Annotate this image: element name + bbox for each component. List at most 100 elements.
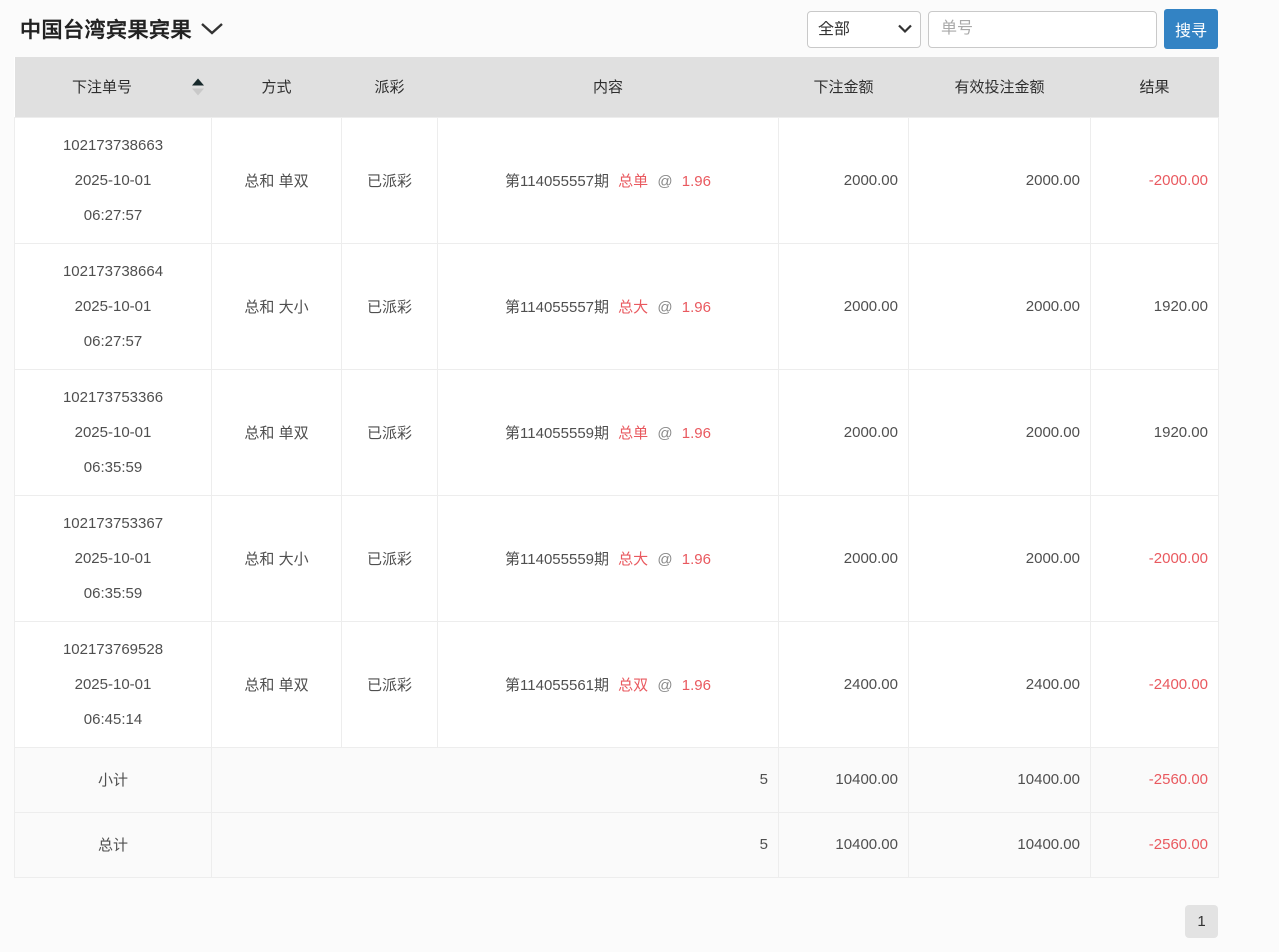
payout-status-cell: 已派彩 <box>342 369 438 495</box>
column-header-method: 方式 <box>212 57 342 117</box>
payout-status-cell: 已派彩 <box>342 495 438 621</box>
total-result: -2560.00 <box>1091 812 1219 877</box>
column-header-order-id[interactable]: 下注单号 <box>15 57 212 117</box>
valid-amount-cell: 2000.00 <box>909 369 1091 495</box>
order-id-cell: 102173753366 2025-10-01 06:35:59 <box>15 369 212 495</box>
method-cell: 总和 单双 <box>212 621 342 747</box>
bet-time: 06:45:14 <box>15 702 211 737</box>
valid-amount-cell: 2400.00 <box>909 621 1091 747</box>
subtotal-label: 小计 <box>15 747 212 812</box>
search-button[interactable]: 搜寻 <box>1164 9 1218 49</box>
bet-time: 06:27:57 <box>15 324 211 359</box>
bet-amount-cell: 2000.00 <box>779 369 909 495</box>
table-row: 102173738663 2025-10-01 06:27:57 总和 单双 已… <box>15 117 1219 243</box>
content-cell: 第114055561期 总双 @ 1.96 <box>438 621 779 747</box>
filter-select[interactable]: 全部 <box>807 11 921 48</box>
method-cell: 总和 大小 <box>212 243 342 369</box>
bet-amount-cell: 2400.00 <box>779 621 909 747</box>
order-id-cell: 102173753367 2025-10-01 06:35:59 <box>15 495 212 621</box>
table-row: 102173769528 2025-10-01 06:45:14 总和 单双 已… <box>15 621 1219 747</box>
odds-text: 1.96 <box>682 677 711 694</box>
odds-text: 1.96 <box>682 299 711 316</box>
total-count: 5 <box>212 812 779 877</box>
bet-records-table: 下注单号 方式 派彩 内容 下注金额 有效投注金额 结果 10217373866… <box>14 57 1219 878</box>
column-header-valid-amount: 有效投注金额 <box>909 57 1091 117</box>
table-row: 102173753367 2025-10-01 06:35:59 总和 大小 已… <box>15 495 1219 621</box>
result-cell: -2000.00 <box>1091 495 1219 621</box>
content-cell: 第114055559期 总单 @ 1.96 <box>438 369 779 495</box>
total-bet-amount: 10400.00 <box>779 812 909 877</box>
column-header-content: 内容 <box>438 57 779 117</box>
total-label: 总计 <box>15 812 212 877</box>
total-row: 总计 5 10400.00 10400.00 -2560.00 <box>15 812 1219 877</box>
order-id: 102173753367 <box>15 506 211 541</box>
period-text: 第114055559期 <box>505 425 609 442</box>
bet-date: 2025-10-01 <box>15 667 211 702</box>
column-header-payout: 派彩 <box>342 57 438 117</box>
pick-text: 总单 <box>618 173 648 190</box>
method-cell: 总和 大小 <box>212 495 342 621</box>
method-cell: 总和 单双 <box>212 117 342 243</box>
order-id: 102173738663 <box>15 128 211 163</box>
odds-text: 1.96 <box>682 173 711 190</box>
method-cell: 总和 单双 <box>212 369 342 495</box>
pick-text: 总大 <box>618 551 648 568</box>
payout-status-cell: 已派彩 <box>342 621 438 747</box>
at-sign: @ <box>657 173 672 190</box>
content-cell: 第114055559期 总大 @ 1.96 <box>438 495 779 621</box>
page-title: 中国台湾宾果宾果 <box>20 14 192 44</box>
result-cell: -2000.00 <box>1091 117 1219 243</box>
valid-amount-cell: 2000.00 <box>909 495 1091 621</box>
result-cell: -2400.00 <box>1091 621 1219 747</box>
sort-desc-icon[interactable] <box>192 88 204 95</box>
bet-time: 06:35:59 <box>15 450 211 485</box>
payout-status-cell: 已派彩 <box>342 243 438 369</box>
bet-date: 2025-10-01 <box>15 289 211 324</box>
period-text: 第114055557期 <box>505 173 609 190</box>
chevron-down-icon <box>200 22 224 36</box>
subtotal-count: 5 <box>212 747 779 812</box>
bet-date: 2025-10-01 <box>15 415 211 450</box>
at-sign: @ <box>657 299 672 316</box>
table-body: 102173738663 2025-10-01 06:27:57 总和 单双 已… <box>15 117 1219 877</box>
bet-date: 2025-10-01 <box>15 163 211 198</box>
subtotal-row: 小计 5 10400.00 10400.00 -2560.00 <box>15 747 1219 812</box>
odds-text: 1.96 <box>682 425 711 442</box>
order-id-cell: 102173738663 2025-10-01 06:27:57 <box>15 117 212 243</box>
search-controls: 全部 搜寻 <box>807 9 1218 49</box>
total-valid-amount: 10400.00 <box>909 812 1091 877</box>
bet-time: 06:35:59 <box>15 576 211 611</box>
lottery-title-dropdown[interactable]: 中国台湾宾果宾果 <box>20 14 224 44</box>
pagination: 1 <box>0 905 1218 938</box>
order-id-cell: 102173769528 2025-10-01 06:45:14 <box>15 621 212 747</box>
period-text: 第114055557期 <box>505 299 609 316</box>
table-header: 下注单号 方式 派彩 内容 下注金额 有效投注金额 结果 <box>15 57 1219 117</box>
valid-amount-cell: 2000.00 <box>909 243 1091 369</box>
pick-text: 总大 <box>618 299 648 316</box>
order-number-input[interactable] <box>928 11 1157 48</box>
result-cell: 1920.00 <box>1091 243 1219 369</box>
payout-status-cell: 已派彩 <box>342 117 438 243</box>
odds-text: 1.96 <box>682 551 711 568</box>
column-header-result: 结果 <box>1091 57 1219 117</box>
result-cell: 1920.00 <box>1091 369 1219 495</box>
period-text: 第114055561期 <box>505 677 609 694</box>
bet-amount-cell: 2000.00 <box>779 243 909 369</box>
subtotal-result: -2560.00 <box>1091 747 1219 812</box>
column-header-bet-amount: 下注金额 <box>779 57 909 117</box>
order-id: 102173738664 <box>15 254 211 289</box>
at-sign: @ <box>657 551 672 568</box>
page-button-1[interactable]: 1 <box>1185 905 1218 938</box>
content-cell: 第114055557期 总大 @ 1.96 <box>438 243 779 369</box>
sort-asc-icon[interactable] <box>192 78 204 85</box>
order-id-cell: 102173738664 2025-10-01 06:27:57 <box>15 243 212 369</box>
at-sign: @ <box>657 425 672 442</box>
order-id: 102173753366 <box>15 380 211 415</box>
sort-icons[interactable] <box>192 78 204 95</box>
bet-amount-cell: 2000.00 <box>779 495 909 621</box>
table-row: 102173738664 2025-10-01 06:27:57 总和 大小 已… <box>15 243 1219 369</box>
filter-select-wrap: 全部 <box>807 11 921 48</box>
subtotal-bet-amount: 10400.00 <box>779 747 909 812</box>
period-text: 第114055559期 <box>505 551 609 568</box>
order-id: 102173769528 <box>15 632 211 667</box>
